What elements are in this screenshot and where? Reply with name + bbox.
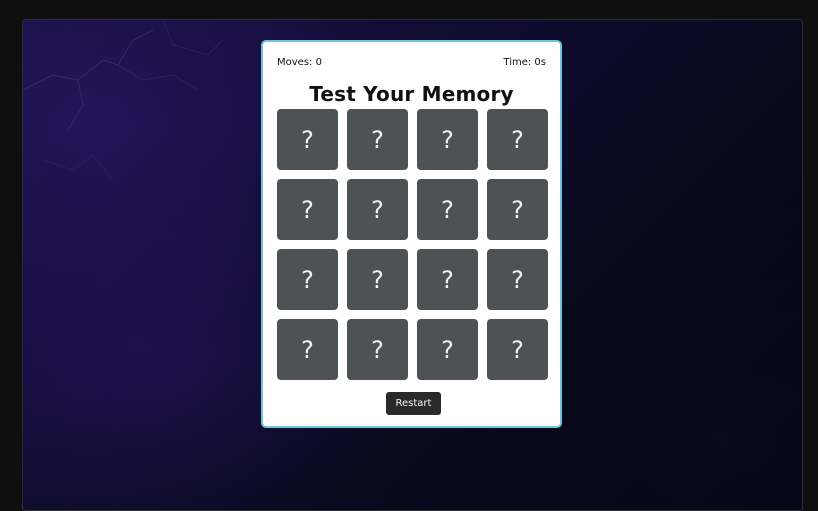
moves-counter: Moves: 0 [277, 57, 322, 68]
memory-card[interactable]: ? [347, 109, 408, 170]
memory-card[interactable]: ? [487, 109, 548, 170]
app-frame: Moves: 0 Time: 0s Test Your Memory ? ? ?… [22, 19, 803, 511]
memory-card[interactable]: ? [487, 319, 548, 380]
memory-card[interactable]: ? [277, 109, 338, 170]
memory-card[interactable]: ? [417, 319, 478, 380]
memory-card[interactable]: ? [277, 319, 338, 380]
memory-card[interactable]: ? [417, 109, 478, 170]
memory-card[interactable]: ? [417, 249, 478, 310]
memory-game-panel: Moves: 0 Time: 0s Test Your Memory ? ? ?… [261, 40, 562, 428]
memory-card[interactable]: ? [277, 179, 338, 240]
restart-button[interactable]: Restart [386, 392, 441, 415]
memory-card[interactable]: ? [417, 179, 478, 240]
memory-card[interactable]: ? [277, 249, 338, 310]
memory-card[interactable]: ? [347, 249, 408, 310]
memory-card[interactable]: ? [347, 179, 408, 240]
game-title: Test Your Memory [309, 82, 514, 106]
timer: Time: 0s [503, 57, 546, 68]
card-grid: ? ? ? ? ? ? ? ? ? ? ? ? ? ? ? ? [277, 109, 549, 380]
memory-card[interactable]: ? [347, 319, 408, 380]
memory-card[interactable]: ? [487, 179, 548, 240]
memory-card[interactable]: ? [487, 249, 548, 310]
